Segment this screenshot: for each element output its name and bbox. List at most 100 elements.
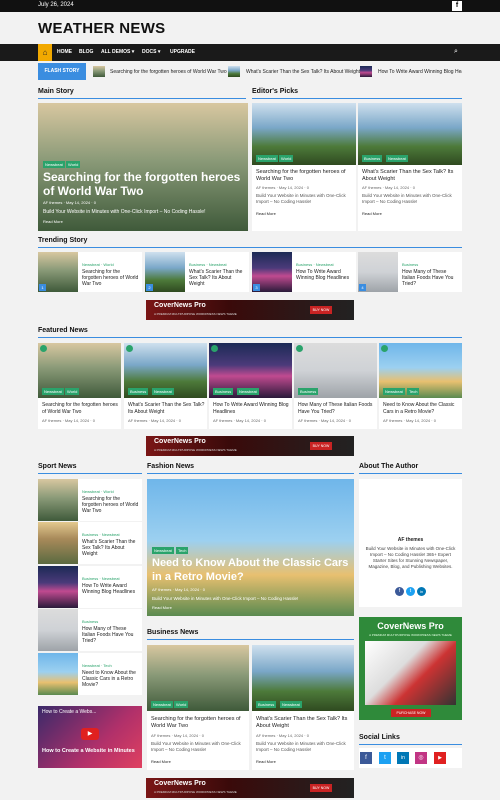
trending-item[interactable]: 1 Newsbeat · World Searching for the for… (38, 252, 142, 292)
sport-title[interactable]: Need to Know About the Classic Cars in a… (82, 670, 140, 688)
twitter-icon[interactable]: t (406, 587, 415, 596)
read-more-link[interactable]: Read More (152, 605, 172, 610)
trending-item[interactable]: 2 Business · Newsbeat What's Scarier Tha… (145, 252, 249, 292)
read-more-link[interactable]: Read More (43, 219, 63, 224)
business-card[interactable]: Newsbeat World Searching for the forgott… (147, 645, 249, 770)
tag[interactable]: Newsbeat (256, 155, 278, 162)
tag[interactable]: Newsbeat (152, 388, 174, 395)
facebook-icon[interactable]: f (360, 752, 372, 764)
sport-item[interactable]: Business · Newsbeat What's Scarier Than … (38, 522, 142, 564)
sport-title[interactable]: What's Scarier Than the Sex Talk? Its Ab… (82, 539, 140, 557)
read-more-link[interactable]: Read More (256, 759, 276, 764)
editor-card[interactable]: Newsbeat World Searching for the forgott… (252, 103, 356, 231)
ad-banner[interactable]: CoverNews Pro A PREMIUM MULTIPURPOSE WOR… (146, 300, 354, 320)
card-title[interactable]: How Many of These Italian Foods Have You… (298, 402, 376, 415)
flash-item[interactable]: What's Scarier Than the Sex Talk? Its Ab… (246, 69, 360, 75)
trending-title[interactable]: How Many of These Italian Foods Have You… (402, 269, 460, 287)
card-title[interactable]: Searching for the forgotten heroes of Wo… (42, 402, 120, 415)
featured-card[interactable]: Newsbeat World Searching for the forgott… (38, 343, 121, 429)
facebook-icon[interactable]: f (395, 587, 404, 596)
site-title[interactable]: WEATHER NEWS (38, 20, 165, 37)
tag[interactable]: World (279, 155, 294, 162)
nav-docs[interactable]: DOCS ▾ (142, 49, 160, 55)
sport-item[interactable]: Business How Many of These Italian Foods… (38, 609, 142, 651)
sport-image[interactable] (38, 653, 78, 695)
linkedin-icon[interactable]: in (417, 587, 426, 596)
twitter-icon[interactable]: t (379, 752, 391, 764)
tag[interactable]: Business · Newsbeat (82, 576, 120, 581)
tag[interactable]: Newsbeat · World (82, 489, 114, 494)
linkedin-icon[interactable]: in (397, 752, 409, 764)
tag[interactable]: Business (402, 262, 418, 267)
tag[interactable]: Tech (176, 547, 189, 554)
tag[interactable]: Business · Newsbeat (82, 532, 120, 537)
featured-card[interactable]: Business Newsbeat How To Write Award Win… (209, 343, 292, 429)
tag[interactable]: Newsbeat (152, 547, 174, 554)
tag[interactable]: Newsbeat · World (82, 262, 114, 267)
flash-thumb[interactable] (228, 66, 240, 77)
youtube-icon[interactable]: ▶ (434, 752, 446, 764)
sport-title[interactable]: How Many of These Italian Foods Have You… (82, 626, 140, 644)
card-title[interactable]: How To Write Award Winning Blog Headline… (213, 402, 291, 415)
tag[interactable]: Business · Newsbeat (296, 262, 334, 267)
tag[interactable]: World (65, 388, 80, 395)
card-title[interactable]: What's Scarier Than the Sex Talk? Its Ab… (362, 169, 460, 183)
flash-item[interactable]: How To Write Award Winning Blog Headline… (378, 69, 462, 75)
tag[interactable]: Newsbeat (151, 701, 173, 708)
read-more-link[interactable]: Read More (362, 211, 382, 216)
main-story-title[interactable]: Searching for the forgotten heroes of Wo… (43, 170, 243, 198)
tag[interactable]: Business (298, 388, 319, 395)
sport-item[interactable]: Newsbeat · Tech Need to Know About the C… (38, 653, 142, 695)
buy-now-button[interactable]: BUY NOW (310, 442, 332, 450)
tag[interactable]: Business (213, 388, 234, 395)
tag[interactable]: Business (256, 701, 277, 708)
tag[interactable]: Business · Newsbeat (189, 262, 227, 267)
editor-card[interactable]: Business Newsbeat What's Scarier Than th… (358, 103, 462, 231)
tag[interactable]: Business (362, 155, 383, 162)
read-more-link[interactable]: Read More (151, 759, 171, 764)
featured-card[interactable]: Newsbeat Tech Need to Know About the Cla… (379, 343, 462, 429)
tag[interactable]: Newsbeat (386, 155, 408, 162)
sport-item[interactable]: Business · Newsbeat How To Write Award W… (38, 566, 142, 608)
flash-item[interactable]: Searching for the forgotten heroes of Wo… (110, 69, 227, 75)
sport-title[interactable]: Searching for the forgotten heroes of Wo… (82, 496, 140, 514)
flash-thumb[interactable] (93, 66, 105, 77)
business-card[interactable]: Business Newsbeat What's Scarier Than th… (252, 645, 354, 770)
nav-all-demos[interactable]: ALL DEMOS ▾ (101, 49, 134, 55)
sport-item[interactable]: Newsbeat · World Searching for the forgo… (38, 479, 142, 521)
tag[interactable]: Newsbeat (237, 388, 259, 395)
tag[interactable]: Business (82, 619, 98, 624)
trending-item[interactable]: 4 Business How Many of These Italian Foo… (358, 252, 462, 292)
home-icon[interactable]: ⌂ (38, 44, 52, 61)
card-title[interactable]: Searching for the forgotten heroes of Wo… (256, 169, 354, 183)
sport-title[interactable]: How To Write Award Winning Blog Headline… (82, 583, 140, 595)
flash-thumb[interactable] (360, 66, 372, 77)
trending-item[interactable]: 3 Business · Newsbeat How To Write Award… (252, 252, 356, 292)
sport-image[interactable] (38, 479, 78, 521)
card-title[interactable]: Need to Know About the Classic Cars in a… (383, 402, 461, 415)
video-embed[interactable]: How to Create a Webs... ▶ How to Create … (38, 706, 142, 768)
tag[interactable]: Newsbeat (42, 388, 64, 395)
buy-now-button[interactable]: BUY NOW (310, 306, 332, 314)
tag[interactable]: Newsbeat (280, 701, 302, 708)
trending-title[interactable]: Searching for the forgotten heroes of Wo… (82, 269, 140, 287)
trending-title[interactable]: What's Scarier Than the Sex Talk? Its Ab… (189, 269, 247, 287)
featured-card[interactable]: Business How Many of These Italian Foods… (294, 343, 377, 429)
ad-banner[interactable]: CoverNews Pro A PREMIUM MULTIPURPOSE WOR… (146, 436, 354, 456)
read-more-link[interactable]: Read More (256, 211, 276, 216)
tag[interactable]: World (174, 701, 189, 708)
sport-image[interactable] (38, 566, 78, 608)
fashion-title[interactable]: Need to Know About the Classic Cars in a… (152, 556, 350, 584)
ad-banner[interactable]: CoverNews Pro A PREMIUM MULTIPURPOSE WOR… (146, 778, 354, 798)
sport-image[interactable] (38, 609, 78, 651)
sport-image[interactable] (38, 522, 78, 564)
tag[interactable]: World (66, 161, 81, 168)
facebook-icon[interactable]: f (452, 1, 462, 11)
play-icon[interactable]: ▶ (81, 728, 99, 740)
tag[interactable]: Tech (407, 388, 420, 395)
tag[interactable]: Newsbeat (43, 161, 65, 168)
card-title[interactable]: What's Scarier Than the Sex Talk? Its Ab… (256, 716, 352, 730)
tag[interactable]: Business (128, 388, 149, 395)
featured-card[interactable]: Business Newsbeat What's Scarier Than th… (124, 343, 207, 429)
buy-now-button[interactable]: BUY NOW (310, 784, 332, 792)
